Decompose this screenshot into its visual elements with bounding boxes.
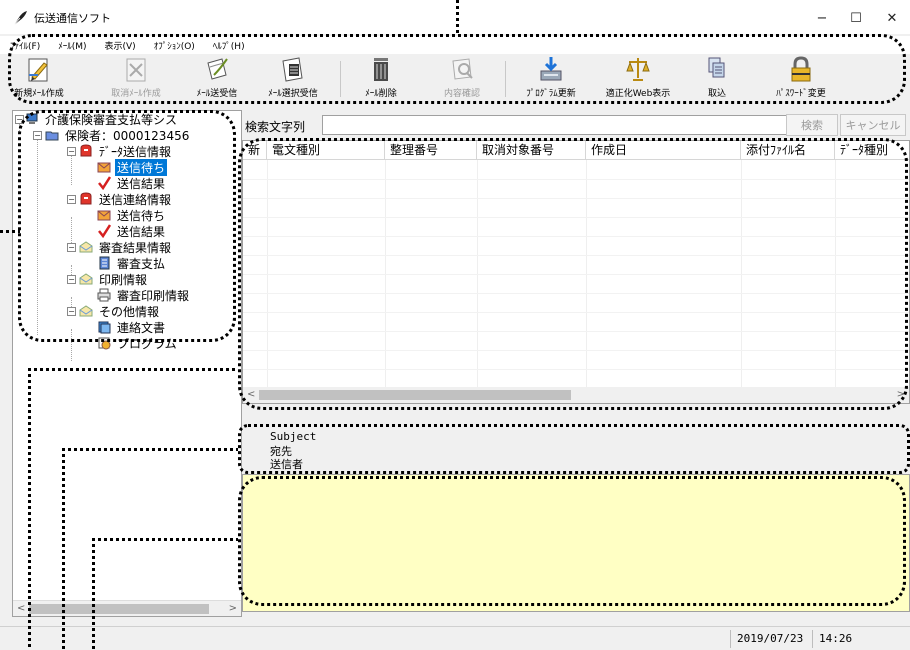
callout-connector (0, 230, 20, 233)
window-title: 伝送通信ソフト (34, 12, 111, 25)
feather-pen-icon (13, 11, 27, 26)
close-button[interactable]: ✕ (874, 6, 910, 30)
callout-header (238, 424, 910, 474)
callout-connector (456, 0, 459, 36)
status-bar: 2019/07/23 14:26 (0, 626, 910, 650)
title-bar: 伝送通信ソフト − ☐ ✕ (0, 0, 910, 34)
cancel-button[interactable]: キャンセル (840, 114, 906, 136)
search-label: 検索文字列 (245, 120, 306, 134)
callout-connector (28, 368, 31, 650)
callout-connector (28, 368, 238, 371)
callout-connector (92, 538, 238, 541)
scroll-right-icon[interactable]: > (229, 603, 237, 614)
status-date: 2019/07/23 (730, 630, 812, 648)
main-window: 伝送通信ソフト − ☐ ✕ ﾌｧｲﾙ(F) ﾒｰﾙ(M) 表示(V) ｵﾌﾟｼｮ… (0, 0, 910, 650)
scroll-thumb[interactable] (29, 604, 209, 614)
tree-horizontal-scrollbar[interactable]: < > (13, 600, 241, 616)
callout-body (238, 476, 906, 606)
callout-list (238, 138, 908, 410)
search-button[interactable]: 検索 (786, 114, 838, 136)
scroll-left-icon[interactable]: < (17, 603, 25, 614)
callout-tree (18, 110, 236, 342)
minimize-button[interactable]: − (804, 6, 840, 30)
callout-toolbar (8, 34, 906, 104)
callout-connector (92, 538, 95, 650)
status-time: 14:26 (812, 630, 860, 648)
callout-connector (62, 448, 238, 451)
callout-connector (62, 448, 65, 650)
search-input[interactable] (322, 115, 788, 135)
maximize-button[interactable]: ☐ (838, 6, 874, 30)
